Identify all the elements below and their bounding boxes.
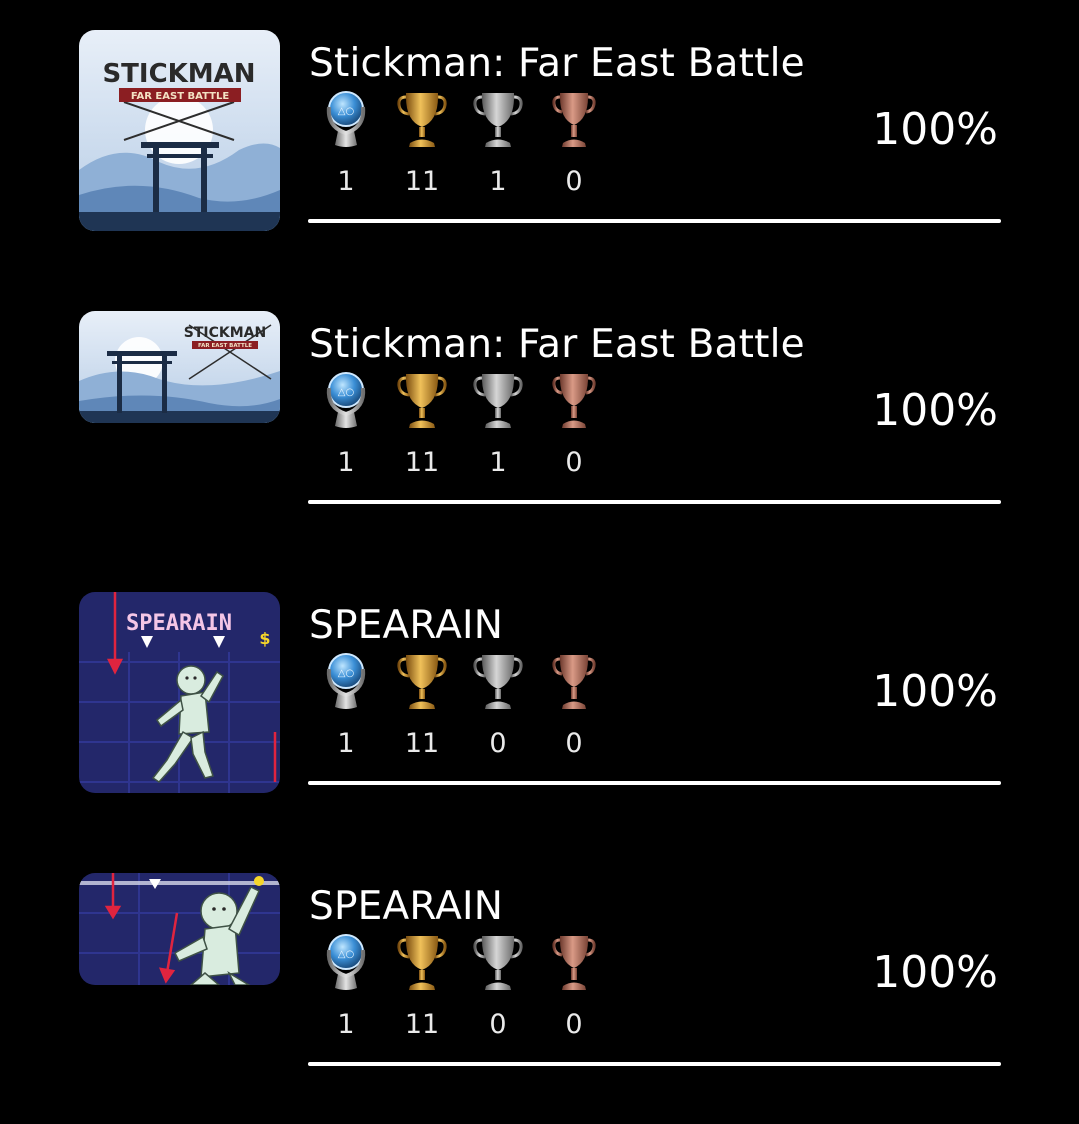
progress-fill [308, 219, 1001, 223]
platinum-trophy-icon: △○ [321, 930, 371, 994]
bronze-count: 0 [565, 447, 583, 478]
platinum-trophy-icon: △○ [321, 368, 371, 432]
silver-trophy-icon [473, 368, 523, 432]
game-art-spearain[interactable] [79, 873, 280, 985]
progress-fill [308, 500, 1001, 504]
game-title: SPEARAIN [309, 603, 504, 648]
svg-text:△○: △○ [338, 387, 354, 398]
progress-bar [308, 1062, 1001, 1066]
bronze-trophy-icon [549, 87, 599, 151]
gold-trophy-icon [397, 368, 447, 432]
completion-percent: 100% [872, 666, 998, 717]
bronze-count: 0 [565, 166, 583, 197]
gold-trophy-icon [397, 930, 447, 994]
svg-text:$: $ [259, 629, 270, 648]
progress-fill [308, 781, 1001, 785]
completion-percent: 100% [872, 104, 998, 155]
game-title: Stickman: Far East Battle [309, 41, 805, 86]
platinum-count: 1 [337, 166, 355, 197]
svg-text:△○: △○ [338, 106, 354, 117]
silver-count: 1 [489, 447, 507, 478]
bronze-count: 0 [565, 1009, 583, 1040]
game-art-stickman[interactable]: STICKMAN FAR EAST BATTLE [79, 30, 280, 231]
game-title: SPEARAIN [309, 884, 504, 929]
game-row[interactable]: SPEARAIN △○ 1 11 0 0 100% [0, 843, 1079, 1124]
bronze-count: 0 [565, 728, 583, 759]
platinum-trophy-icon: △○ [321, 87, 371, 151]
art-logo-text: SPEARAIN [126, 611, 232, 636]
gold-count: 11 [404, 166, 440, 197]
platinum-count: 1 [337, 1009, 355, 1040]
silver-count: 0 [489, 1009, 507, 1040]
game-art-stickman[interactable]: STICKMAN FAR EAST BATTLE [79, 311, 280, 423]
art-logo-subtext: FAR EAST BATTLE [131, 91, 230, 102]
bronze-trophy-icon [549, 368, 599, 432]
silver-trophy-icon [473, 649, 523, 713]
progress-bar [308, 781, 1001, 785]
gold-trophy-icon [397, 649, 447, 713]
gold-count: 11 [404, 1009, 440, 1040]
progress-fill [308, 1062, 1001, 1066]
gold-trophy-icon [397, 87, 447, 151]
platinum-trophy-icon: △○ [321, 649, 371, 713]
progress-bar [308, 500, 1001, 504]
silver-trophy-icon [473, 87, 523, 151]
game-row[interactable]: SPEARAIN $ SPEARAIN △○ 1 11 0 0 100% [0, 562, 1079, 843]
art-logo-subtext: FAR EAST BATTLE [198, 343, 252, 349]
progress-bar [308, 219, 1001, 223]
art-logo-text: STICKMAN [102, 59, 255, 89]
game-art-spearain[interactable]: SPEARAIN $ [79, 592, 280, 793]
game-title: Stickman: Far East Battle [309, 322, 805, 367]
silver-count: 1 [489, 166, 507, 197]
game-row[interactable]: STICKMAN FAR EAST BATTLE Stickman: Far E… [0, 281, 1079, 562]
gold-count: 11 [404, 447, 440, 478]
platinum-count: 1 [337, 728, 355, 759]
art-logo-text: STICKMAN [184, 325, 266, 341]
bronze-trophy-icon [549, 649, 599, 713]
gold-count: 11 [404, 728, 440, 759]
completion-percent: 100% [872, 385, 998, 436]
silver-count: 0 [489, 728, 507, 759]
svg-text:△○: △○ [338, 949, 354, 960]
bronze-trophy-icon [549, 930, 599, 994]
game-row[interactable]: STICKMAN FAR EAST BATTLE Stickman: Far E… [0, 0, 1079, 281]
completion-percent: 100% [872, 947, 998, 998]
silver-trophy-icon [473, 930, 523, 994]
svg-text:△○: △○ [338, 668, 354, 679]
platinum-count: 1 [337, 447, 355, 478]
